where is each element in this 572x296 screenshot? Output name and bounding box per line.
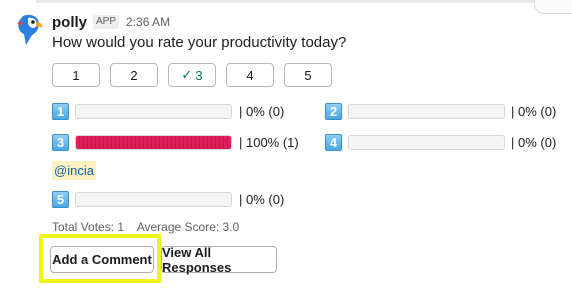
result-label-2: | 0% (0) xyxy=(511,104,557,119)
poll-stats: Total Votes: 1 Average Score: 3.0 xyxy=(52,220,249,234)
result-label-1: | 0% (0) xyxy=(239,104,285,119)
checkmark-icon: ✓ xyxy=(181,67,193,82)
timestamp[interactable]: 2:36 AM xyxy=(126,15,170,29)
result-bar-2 xyxy=(348,104,505,119)
result-bar-5 xyxy=(75,192,232,207)
keycap-5-icon: 5 xyxy=(52,191,69,208)
result-label-4: | 0% (0) xyxy=(511,135,557,150)
view-all-responses-button[interactable]: View All Responses xyxy=(161,245,277,275)
add-comment-button[interactable]: Add a Comment xyxy=(50,246,154,273)
keycap-1-icon: 1 xyxy=(52,103,69,120)
app-badge: APP xyxy=(93,15,120,29)
rate-button-3[interactable]: ✓ 3 xyxy=(168,63,216,87)
voter-mention[interactable]: @incia xyxy=(52,161,96,180)
rate-button-2[interactable]: 2 xyxy=(110,63,158,87)
top-divider xyxy=(36,0,572,3)
total-votes: Total Votes: 1 xyxy=(52,220,125,234)
message-header: polly APP 2:36 AM xyxy=(52,13,170,31)
rate-button-5[interactable]: 5 xyxy=(284,63,332,87)
rate-button-1[interactable]: 1 xyxy=(52,63,100,87)
rate-button-label: 5 xyxy=(304,67,312,83)
keycap-2-icon: 2 xyxy=(325,103,342,120)
result-bar-4 xyxy=(348,135,505,150)
message-hover-toolbar-edge xyxy=(534,0,572,14)
result-bar-3 xyxy=(75,135,232,150)
rate-button-label: 2 xyxy=(130,67,138,83)
result-bar-fill xyxy=(76,136,231,149)
poll-question: How would you rate your productivity tod… xyxy=(52,34,347,51)
average-score: Average Score: 3.0 xyxy=(136,220,240,234)
keycap-4-icon: 4 xyxy=(325,134,342,151)
result-label-3: | 100% (1) xyxy=(239,135,299,150)
result-label-5: | 0% (0) xyxy=(239,192,285,207)
rate-button-label: 1 xyxy=(72,67,80,83)
result-bar-1 xyxy=(75,104,232,119)
rate-button-label: 4 xyxy=(246,67,254,83)
rate-button-label: 3 xyxy=(195,67,203,83)
rate-button-4[interactable]: 4 xyxy=(226,63,274,87)
app-name[interactable]: polly xyxy=(52,14,87,31)
keycap-3-icon: 3 xyxy=(52,134,69,151)
parrot-avatar-icon[interactable] xyxy=(14,12,44,46)
